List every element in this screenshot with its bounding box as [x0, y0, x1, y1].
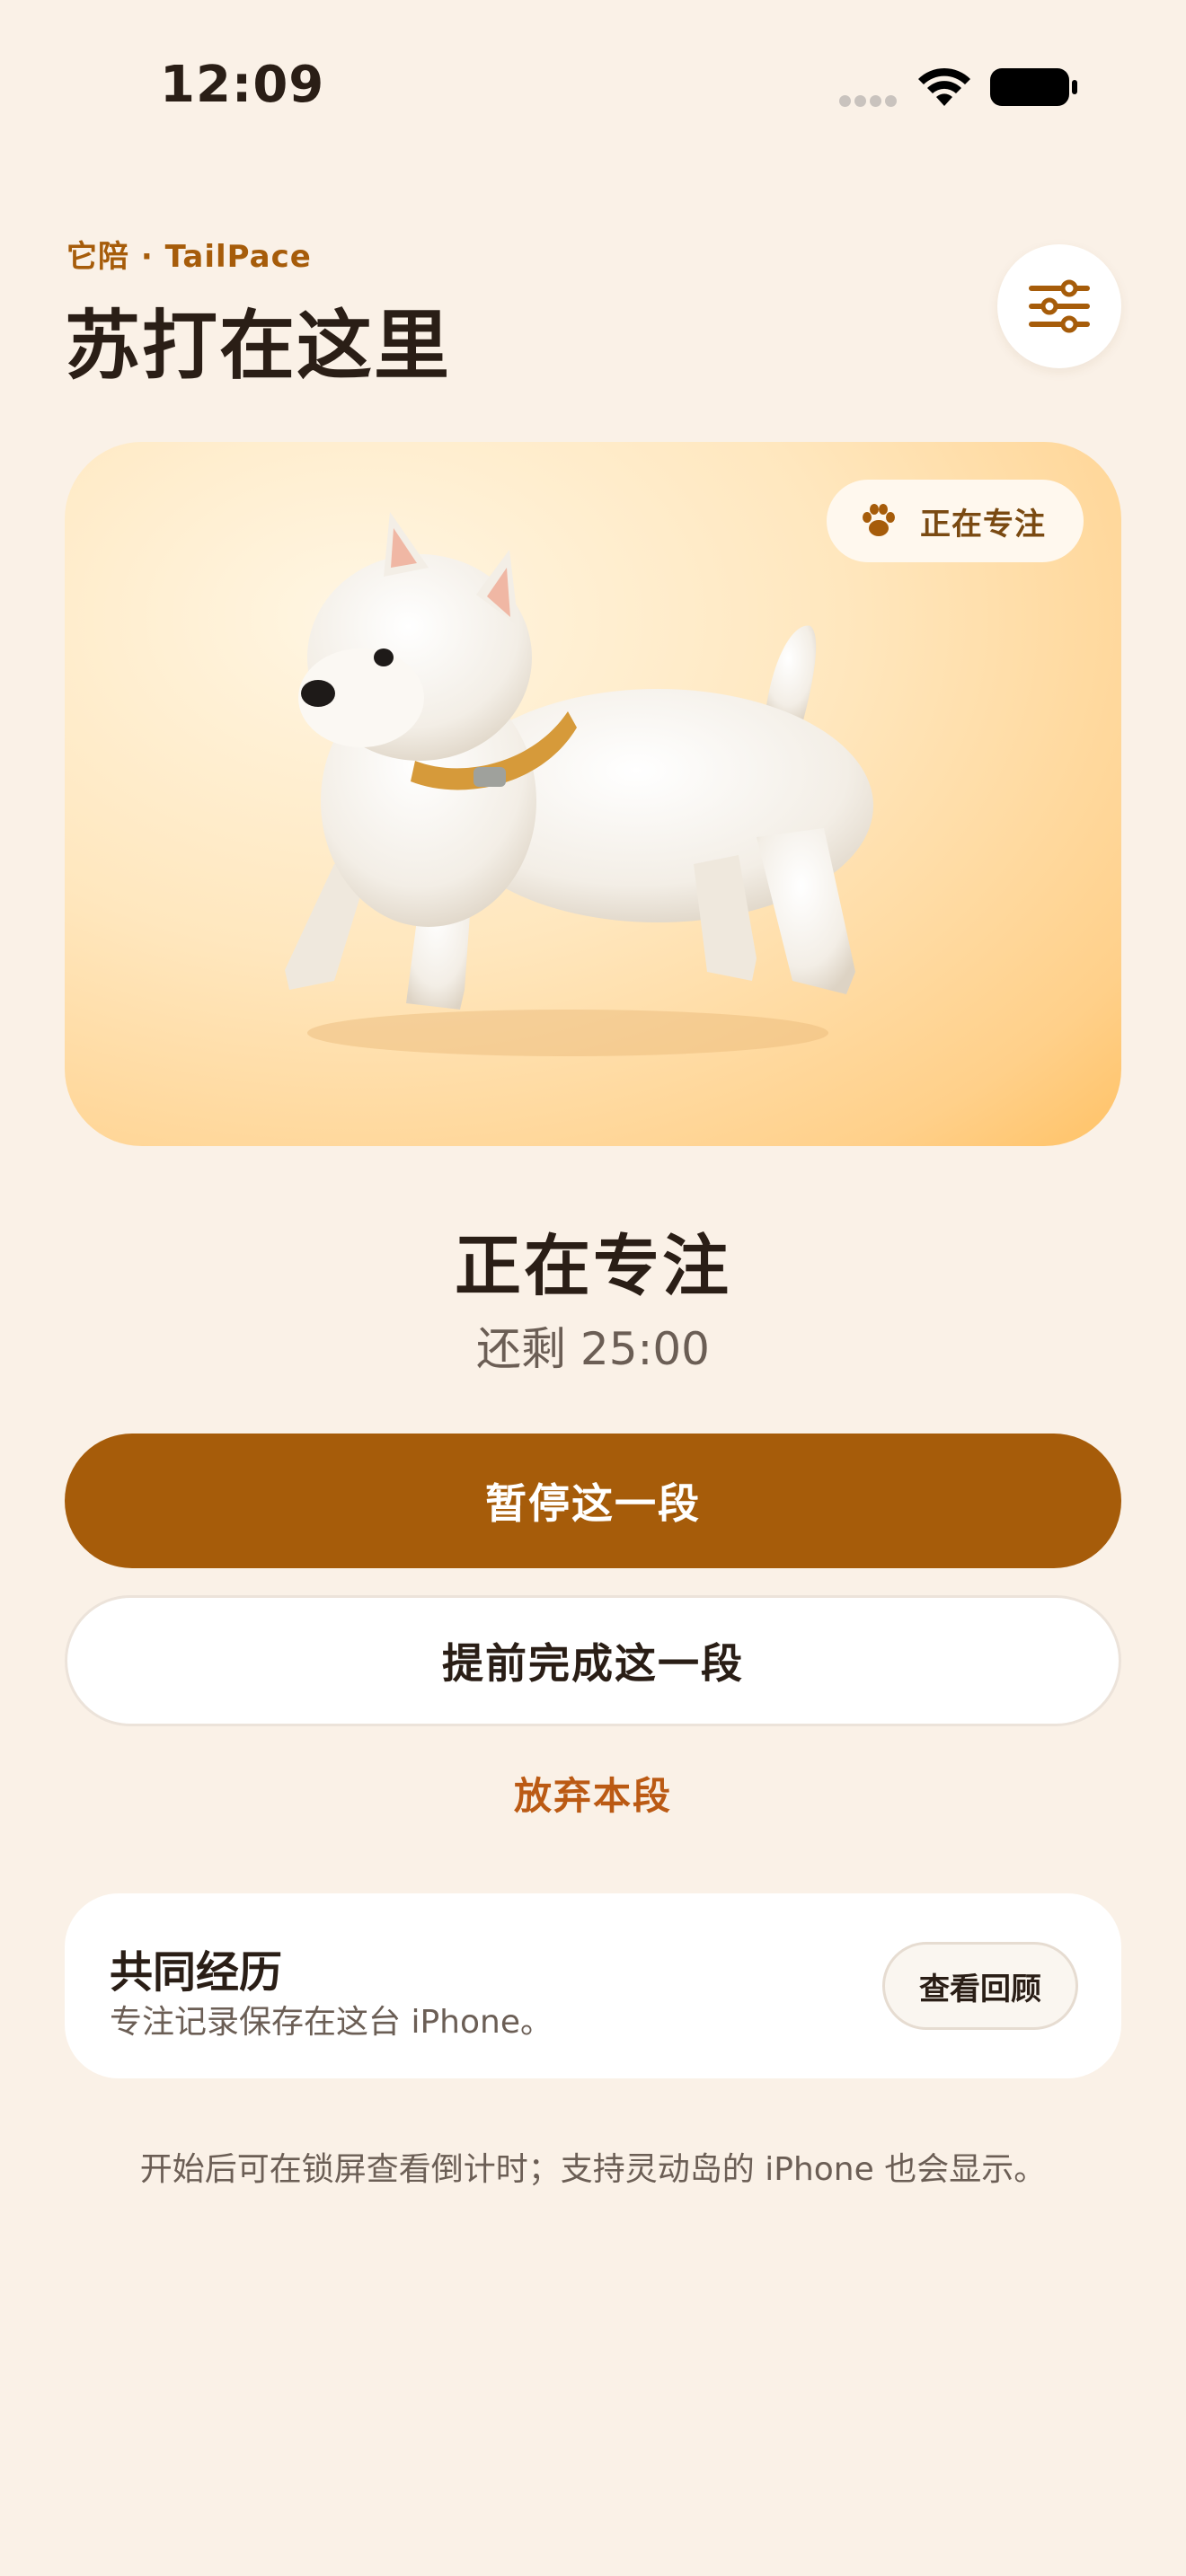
abandon-link[interactable]: 放弃本段 — [0, 1766, 1186, 1821]
paw-icon — [863, 504, 895, 536]
focus-status-label: 正在专注 — [920, 506, 1046, 543]
cellular-signal-icon — [839, 93, 902, 107]
remaining-time: 还剩 25:00 — [476, 1323, 710, 1375]
wifi-icon — [918, 67, 970, 106]
focus-status-badge: 正在专注 — [827, 480, 1084, 562]
sliders-icon — [1029, 279, 1090, 333]
pause-button[interactable]: 暂停这一段 — [65, 1434, 1121, 1568]
app-brand: 它陪 · TailPace — [66, 239, 312, 275]
footnote: 开始后可在锁屏查看倒计时；支持灵动岛的 iPhone 也会显示。 — [139, 2151, 1047, 2188]
battery-icon — [990, 68, 1077, 106]
focus-title: 正在专注 — [455, 1228, 731, 1305]
status-time: 12:09 — [160, 56, 325, 114]
history-subtitle: 专注记录保存在这台 iPhone。 — [110, 2004, 553, 2041]
history-title: 共同经历 — [110, 1947, 283, 1998]
settings-button[interactable] — [997, 244, 1121, 368]
review-button[interactable]: 查看回顾 — [882, 1942, 1078, 2030]
finish-early-button[interactable]: 提前完成这一段 — [65, 1595, 1121, 1726]
page-title: 苏打在这里 — [65, 302, 452, 390]
